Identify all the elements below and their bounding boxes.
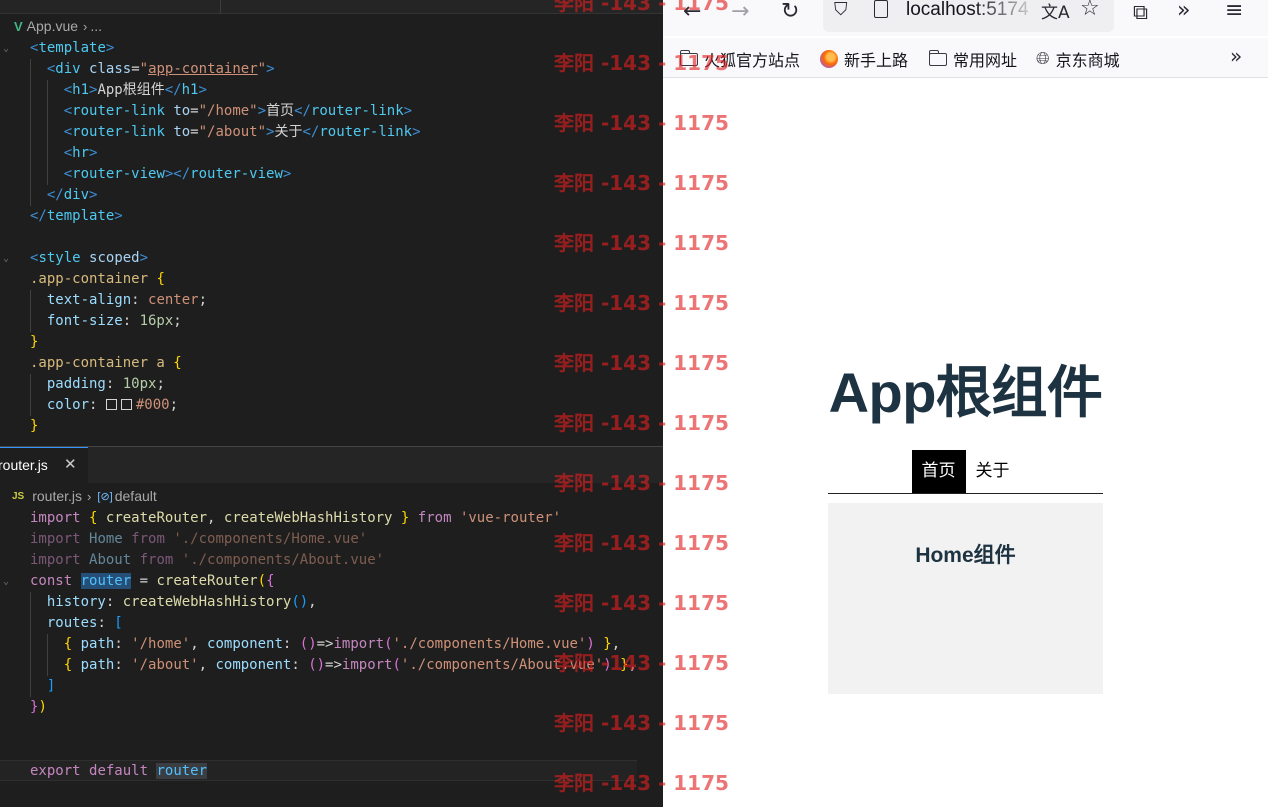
- code-line[interactable]: text-align: center;: [0, 290, 421, 311]
- code-line[interactable]: .app-container {: [0, 269, 421, 290]
- breadcrumb[interactable]: JS router.js › [⊘] default: [0, 485, 663, 507]
- code-area-router-js[interactable]: import { createRouter, createWebHashHist…: [0, 508, 637, 781]
- code-line[interactable]: <router-link to="/about">关于</router-link…: [0, 122, 421, 143]
- code-editor[interactable]: V App.vue › ... ⌄ <template> <div class="…: [0, 0, 663, 807]
- code-line[interactable]: <div class="app-container">: [0, 59, 421, 80]
- browser-toolbar[interactable]: ← → ↻ ⛉ localhost:5174 文A ☆ ⧉ » ≡: [663, 0, 1268, 36]
- router-link-about[interactable]: 关于: [966, 450, 1020, 493]
- router-view: Home组件: [828, 503, 1103, 694]
- router-link-home[interactable]: 首页: [911, 450, 966, 493]
- bookmark-star-icon[interactable]: ☆: [1080, 0, 1100, 21]
- vue-file-icon: V: [14, 18, 23, 34]
- url-fade: [973, 0, 1041, 22]
- code-line[interactable]: <h1>App根组件</h1>: [0, 80, 421, 101]
- tab-edge: [220, 0, 221, 14]
- code-line[interactable]: }): [0, 697, 637, 718]
- code-line-current[interactable]: export default router: [0, 760, 637, 781]
- code-line[interactable]: ⌄ const router = createRouter({: [0, 571, 637, 592]
- chevron-right-icon: ›: [83, 18, 88, 34]
- extensions-icon[interactable]: ⧉: [1133, 0, 1148, 24]
- code-line[interactable]: import About from './components/About.vu…: [0, 550, 637, 571]
- bookmark-item[interactable]: 常用网址: [928, 47, 1018, 71]
- fold-chevron-icon[interactable]: ⌄: [3, 571, 9, 592]
- close-icon[interactable]: ✕: [64, 455, 77, 473]
- code-line[interactable]: </div>: [0, 185, 421, 206]
- breadcrumb-file[interactable]: App.vue: [27, 18, 78, 34]
- code-line[interactable]: }: [0, 332, 421, 353]
- menu-icon[interactable]: ≡: [1225, 0, 1243, 23]
- symbol-variable-icon: [⊘]: [97, 490, 113, 503]
- editor-tab-bar[interactable]: [0, 0, 663, 14]
- firefox-icon: [820, 50, 838, 68]
- tab-label: router.js: [0, 457, 48, 473]
- code-line[interactable]: <router-view></router-view>: [0, 164, 421, 185]
- bookmarks-toolbar[interactable]: 火狐官方站点 新手上路 常用网址 🌐︎ 京东商城 »: [663, 38, 1268, 78]
- bookmark-label: 京东商城: [1055, 51, 1120, 70]
- bookmark-item[interactable]: 新手上路: [820, 47, 908, 71]
- bookmark-item[interactable]: 火狐官方站点: [679, 47, 801, 71]
- code-line[interactable]: <router-link to="/home">首页</router-link>: [0, 101, 421, 122]
- code-line[interactable]: font-size: 16px;: [0, 311, 421, 332]
- code-line[interactable]: [0, 718, 637, 739]
- code-line[interactable]: .app-container a {: [0, 353, 421, 374]
- code-line[interactable]: <hr>: [0, 143, 421, 164]
- code-line[interactable]: color: #000;: [0, 395, 421, 416]
- browser-window[interactable]: ← → ↻ ⛉ localhost:5174 文A ☆ ⧉ » ≡ 火狐官方站点…: [663, 0, 1268, 807]
- web-page[interactable]: App根组件 首页 关于 Home组件: [663, 79, 1268, 807]
- code-line[interactable]: history: createWebHashHistory(),: [0, 592, 637, 613]
- breadcrumb-rest[interactable]: ...: [90, 18, 102, 34]
- editor-pane-app-vue[interactable]: V App.vue › ... ⌄ <template> <div class="…: [0, 0, 663, 446]
- reload-icon[interactable]: ↻: [781, 0, 799, 24]
- code-line[interactable]: [0, 227, 421, 248]
- bookmark-label: 新手上路: [844, 51, 909, 70]
- breadcrumb-symbol[interactable]: default: [115, 488, 157, 504]
- divider: [828, 493, 1103, 494]
- editor-tab-bar[interactable]: router.js ✕: [0, 447, 663, 483]
- breadcrumb[interactable]: V App.vue › ...: [0, 14, 663, 38]
- chevron-right-icon: ›: [87, 488, 92, 504]
- color-swatch[interactable]: [120, 399, 132, 410]
- router-links: 首页 关于: [828, 450, 1103, 493]
- code-line[interactable]: }: [0, 416, 421, 437]
- code-line[interactable]: ⌄ <style scoped>: [0, 248, 421, 269]
- js-file-icon: JS: [12, 490, 25, 502]
- code-line[interactable]: [0, 739, 637, 760]
- forward-arrow-icon[interactable]: →: [731, 0, 749, 24]
- bookmark-label: 常用网址: [953, 51, 1018, 70]
- translate-icon[interactable]: 文A: [1041, 0, 1070, 23]
- code-line[interactable]: </template>: [0, 206, 421, 227]
- code-line[interactable]: import { createRouter, createWebHashHist…: [0, 508, 637, 529]
- page-title: App根组件: [828, 361, 1103, 424]
- fold-chevron-icon[interactable]: ⌄: [3, 38, 9, 59]
- code-line[interactable]: import Home from './components/Home.vue': [0, 529, 637, 550]
- folder-icon: [928, 49, 947, 66]
- globe-icon: 🌐︎: [1036, 49, 1050, 69]
- code-line[interactable]: padding: 10px;: [0, 374, 421, 395]
- back-arrow-icon[interactable]: ←: [683, 0, 701, 24]
- code-line[interactable]: { path: '/home', component: ()=>import('…: [0, 634, 637, 655]
- bookmark-item[interactable]: 🌐︎ 京东商城: [1036, 47, 1120, 71]
- shield-icon[interactable]: ⛉: [834, 0, 848, 20]
- code-area-app-vue[interactable]: ⌄ <template> <div class="app-container"> …: [0, 38, 421, 437]
- bookmark-label: 火狐官方站点: [704, 51, 801, 70]
- code-line[interactable]: routes: [: [0, 613, 637, 634]
- fold-chevron-icon[interactable]: ⌄: [3, 248, 9, 269]
- page-icon[interactable]: [874, 0, 888, 18]
- code-line[interactable]: { path: '/about', component: ()=>import(…: [0, 655, 637, 676]
- bookmarks-overflow-chevron-icon[interactable]: »: [1230, 44, 1242, 68]
- tab-router-js[interactable]: router.js ✕: [0, 447, 88, 483]
- view-title: Home组件: [915, 544, 1016, 567]
- breadcrumb-file[interactable]: router.js: [32, 488, 82, 504]
- editor-pane-router-js[interactable]: router.js ✕ JS router.js › [⊘] default i…: [0, 447, 663, 807]
- address-bar[interactable]: ⛉ localhost:5174 文A ☆: [823, 0, 1114, 32]
- folder-icon: [679, 49, 698, 66]
- overflow-chevron-icon[interactable]: »: [1177, 0, 1190, 23]
- color-swatch[interactable]: [105, 399, 117, 410]
- code-line[interactable]: ⌄ <template>: [0, 38, 421, 59]
- code-line[interactable]: ]: [0, 676, 637, 697]
